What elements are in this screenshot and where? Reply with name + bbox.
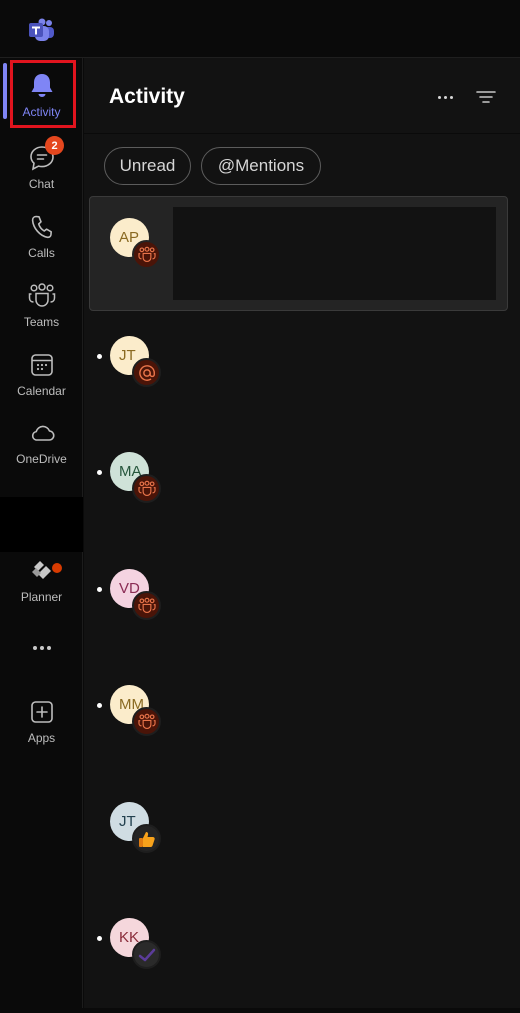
rail-item-label: Calendar [17, 384, 66, 398]
title-bar [0, 0, 520, 58]
phone-icon [28, 213, 56, 241]
activity-feed-item[interactable]: MM [84, 665, 520, 780]
activity-feed-item[interactable]: JT [84, 782, 520, 897]
dot [443, 95, 447, 99]
calendar-icon [28, 351, 56, 379]
rail-item-apps[interactable]: Apps [0, 692, 83, 754]
redacted-rail-region [0, 497, 83, 552]
team-icon [132, 240, 161, 269]
more-horizontal-icon [28, 634, 56, 662]
rail-item-label: Calls [28, 246, 55, 260]
cloud-icon [28, 419, 56, 447]
team-icon [132, 591, 161, 620]
app-rail: Activity Chat 2 Calls Teams Calendar One… [0, 58, 83, 1008]
activity-feed-item[interactable]: KK [84, 898, 520, 1013]
thumbs-up-icon [132, 824, 161, 853]
unread-dot [97, 936, 102, 941]
team-icon [132, 474, 161, 503]
rail-item-onedrive[interactable]: OneDrive [0, 413, 83, 475]
checkmark-icon [132, 940, 161, 969]
activity-pane: Activity Unread @Mentions AP JT MA VD MM JT KK [84, 58, 520, 1008]
activity-feed-item[interactable]: AP [84, 198, 520, 313]
rail-item-teams[interactable]: Teams [0, 276, 83, 338]
teams-logo-icon [29, 18, 54, 41]
filter-icon[interactable] [474, 86, 498, 108]
unread-dot [97, 470, 102, 475]
team-icon [132, 707, 161, 736]
rail-item-planner[interactable]: Planner [0, 551, 83, 613]
rail-item-label: Planner [20, 590, 63, 604]
filter-unread-button[interactable]: Unread [104, 147, 191, 185]
activity-feed-item[interactable]: MA [84, 432, 520, 547]
activity-feed-item[interactable]: JT [84, 316, 520, 431]
rail-item-label: OneDrive [16, 452, 67, 466]
page-title: Activity [109, 85, 185, 108]
rail-item-label: Apps [27, 731, 56, 745]
more-options-button[interactable] [432, 86, 458, 108]
dot [449, 95, 453, 99]
activity-feed-item[interactable]: VD [84, 549, 520, 664]
activity-header: Activity [84, 58, 520, 134]
add-app-icon [28, 698, 56, 726]
rail-item-label: Teams [23, 315, 60, 329]
teams-people-icon [28, 282, 56, 310]
filter-mentions-button[interactable]: @Mentions [201, 147, 321, 185]
more-notification-dot [52, 563, 62, 573]
rail-item-chat[interactable]: Chat [0, 138, 83, 200]
mention-icon [132, 358, 161, 387]
rail-item-calendar[interactable]: Calendar [0, 345, 83, 407]
rail-item-calls[interactable]: Calls [0, 207, 83, 269]
rail-item-label: Chat [28, 177, 55, 191]
unread-dot [97, 587, 102, 592]
unread-dot [97, 703, 102, 708]
rail-item-more[interactable] [0, 628, 83, 668]
chat-unread-badge: 2 [45, 136, 64, 155]
more-horizontal-icon [437, 95, 441, 99]
highlight-box [10, 60, 76, 128]
unread-dot [97, 354, 102, 359]
planner-icon [28, 557, 56, 585]
